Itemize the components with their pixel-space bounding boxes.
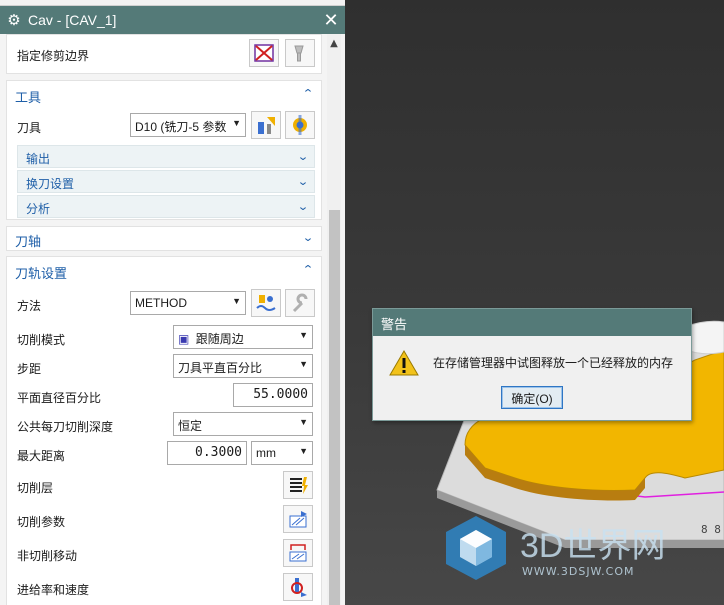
new-tool-button[interactable] [285,111,315,139]
boundary-icon [254,44,274,62]
edit-tool-button[interactable] [251,111,281,139]
edit-method-button[interactable] [251,289,281,317]
tool-section-title[interactable]: 工具 [15,87,41,106]
max-distance-input[interactable]: 0.3000 [167,441,247,465]
cut-params-label: 切削参数 [17,515,66,529]
cut-levels-label: 切削层 [17,481,54,495]
cut-levels-button[interactable] [283,471,313,499]
chevron-down-icon: ⌄ [297,200,309,213]
warning-dialog: 警告 在存储管理器中试图释放一个已经释放的内存 确定(O) [372,308,692,421]
ok-button[interactable]: 确定(O) [501,386,563,409]
tool-new-icon [293,115,307,135]
cut-params-button[interactable] [283,505,313,533]
dialog-titlebar[interactable]: ⚙ Cav - [CAV_1] ✕ [0,6,345,34]
non-cutting-icon [289,544,307,562]
flashlight-icon [294,45,304,62]
method-select-value: METHOD [135,296,187,310]
method-edit-icon [256,295,276,311]
method-select[interactable]: METHOD ▼ [130,291,246,315]
trim-boundary-label: 指定修剪边界 [17,49,90,63]
tool-edit-icon [258,117,275,134]
unit-select[interactable]: mm ▼ [251,441,313,465]
scroll-thumb[interactable] [329,210,340,605]
scroll-up-icon[interactable]: ▲ [327,38,341,52]
percent-label: 平面直径百分比 [17,391,102,405]
warning-title[interactable]: 警告 [373,309,691,336]
graphics-viewport[interactable]: 8 8 3D世界网 WWW.3DSJW.COM [345,0,724,605]
depth-select[interactable]: 恒定 ▼ [173,412,313,436]
watermark-url: WWW.3DSJW.COM [522,565,635,578]
cut-pattern-label: 切削模式 [17,333,66,347]
feeds-speeds-button[interactable] [283,573,313,601]
stepover-select[interactable]: 刀具平直百分比 ▼ [173,354,313,378]
dialog-title: Cav - [CAV_1] [28,12,117,28]
cut-pattern-select[interactable]: ▣ 跟随周边 ▼ [173,325,313,349]
close-icon[interactable]: ✕ [317,10,345,31]
dialog-body: ▲ 指定修剪边界 工具 ⌃ 刀具 D10 (铣刀-5 参数 ▼ 输出 ⌄ 换刀设… [0,34,345,605]
max-distance-label: 最大距离 [17,449,66,463]
chevron-down-icon: ⌄ [297,175,309,188]
chevron-up-icon[interactable]: ⌃ [299,263,317,276]
scrollbar[interactable]: ▲ [327,34,341,605]
non-cutting-label: 非切削移动 [17,549,78,563]
trim-boundary-button[interactable] [249,39,279,67]
wrench-button[interactable] [285,289,315,317]
follow-periphery-icon: ▣ [178,332,190,346]
percent-input[interactable]: 55.0000 [233,383,313,407]
dropdown-arrow-icon: ▼ [299,330,308,340]
gear-icon[interactable]: ⚙ [0,11,28,29]
chevron-down-icon: ⌄ [297,150,309,163]
wrench-icon [292,293,308,313]
display-boundary-button[interactable] [285,39,315,67]
analysis-label: 分析 [26,202,51,216]
operation-dialog: ⚙ Cav - [CAV_1] ✕ ▲ 指定修剪边界 工具 ⌃ 刀具 D10 (… [0,6,345,605]
tool-axis-card[interactable]: 刀轴 ⌄ [6,226,322,251]
depth-value: 恒定 [178,419,203,433]
analysis-subsection[interactable]: 分析 ⌄ [17,195,315,218]
warning-icon [389,349,419,380]
feeds-speeds-label: 进给率和速度 [17,583,90,597]
feeds-speeds-icon [291,578,307,597]
output-label: 输出 [26,152,51,166]
tool-change-label: 换刀设置 [26,177,75,191]
warning-message: 在存储管理器中试图释放一个已经释放的内存 [433,356,674,370]
tool-select[interactable]: D10 (铣刀-5 参数 ▼ [130,113,246,137]
depth-label: 公共每刀切削深度 [17,420,114,434]
non-cutting-button[interactable] [283,539,313,567]
path-settings-card: 刀轨设置 ⌃ 方法 METHOD ▼ 切削模式 ▣ 跟随周边 ▼ 步距 刀具平直… [6,256,322,605]
dropdown-arrow-icon: ▼ [299,417,308,427]
tool-change-subsection[interactable]: 换刀设置 ⌄ [17,170,315,193]
watermark: 3D世界网 WWW.3DSJW.COM [440,512,720,592]
cut-levels-icon [290,477,308,494]
tool-select-value: D10 (铣刀-5 参数 [135,120,227,134]
path-settings-title[interactable]: 刀轨设置 [15,263,67,282]
stepover-value: 刀具平直百分比 [178,361,263,375]
dropdown-arrow-icon: ▼ [299,359,308,369]
chevron-down-icon[interactable]: ⌄ [299,231,317,244]
unit-value: mm [256,446,276,460]
stepover-label: 步距 [17,362,42,376]
watermark-logo [446,516,506,580]
watermark-text: 3D世界网 [520,527,666,565]
dropdown-arrow-icon: ▼ [232,296,241,306]
chevron-up-icon[interactable]: ⌃ [299,87,317,100]
geometry-card: 指定修剪边界 [6,34,322,74]
tool-label: 刀具 [17,121,42,135]
output-subsection[interactable]: 输出 ⌄ [17,145,315,168]
dropdown-arrow-icon: ▼ [299,446,308,456]
tool-axis-title[interactable]: 刀轴 [15,231,41,250]
tool-card: 工具 ⌃ 刀具 D10 (铣刀-5 参数 ▼ 输出 ⌄ 换刀设置 ⌄ 分析 ⌄ [6,80,322,220]
dropdown-arrow-icon: ▼ [232,118,241,128]
cut-pattern-value: 跟随周边 [195,332,244,346]
cut-params-icon [289,511,307,528]
method-label: 方法 [17,299,42,313]
